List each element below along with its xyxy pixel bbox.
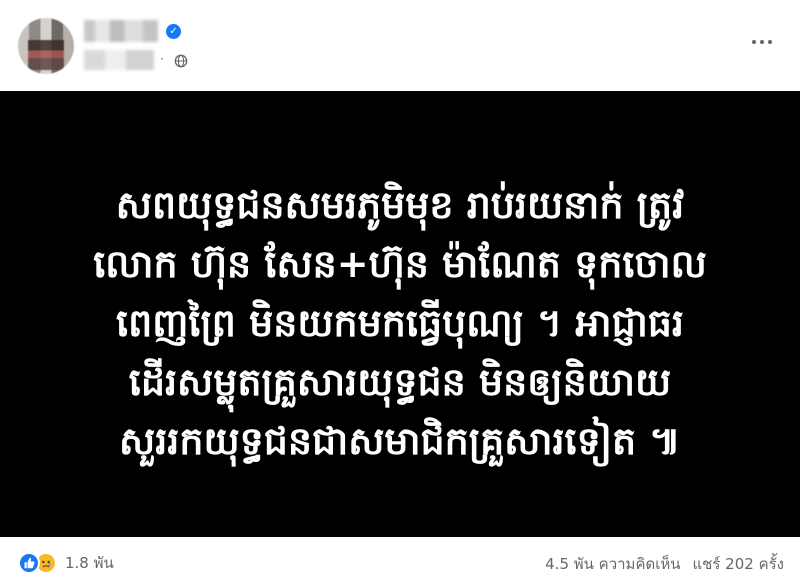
more-options-icon[interactable] [748,32,776,52]
post-text-line: សួររកយុទ្ធជនជាសមាជិកគ្រួសារទៀត ៕ [119,419,681,463]
author-avatar[interactable] [18,18,74,74]
globe-icon[interactable] [174,54,188,68]
comment-count[interactable]: 4.5 พัน ความคิดเห็น [545,552,680,576]
author-name-blurred[interactable] [84,20,158,42]
post-image-text: សពយុទ្ធជនសមរភូមិមុខ រាប់រយនាក់ ត្រូវ លោក… [30,176,770,471]
reactions-summary[interactable]: 1.8 พัน [18,551,114,575]
post-text-line: ពេញព្រៃ មិនយកមកធ្វើបុណ្យ ។ អាជ្ញាធរ [116,301,684,345]
verified-badge-icon: ✓ [166,24,181,39]
post-stats: 4.5 พัน ความคิดเห็น แชร์ 202 ครั้ง [545,552,784,576]
like-reaction-icon [18,552,40,574]
post-text-line: ដើរសម្លុតគ្រួសារយុទ្ធជន មិនឲ្យនិយាយ [128,360,672,404]
post-timestamp-blurred[interactable] [84,50,154,70]
post-text-line: លោក ហ៊ុន សែន+ហ៊ុន ម៉ាណែត ទុកចោល [93,242,707,286]
post-footer: 1.8 พัน 4.5 พัน ความคิดเห็น แชร์ 202 ครั… [0,537,800,584]
meta-separator: · [160,52,164,66]
share-count[interactable]: แชร์ 202 ครั้ง [693,552,785,576]
reaction-count[interactable]: 1.8 พัน [65,551,114,575]
post-text-line: សពយុទ្ធជនសមរភូមិមុខ រាប់រយនាក់ ត្រូវ [115,183,685,227]
post-header: ✓ · [0,0,800,90]
post-image[interactable]: សពយុទ្ធជនសមរភូមិមុខ រាប់រយនាក់ ត្រូវ លោក… [0,91,800,537]
post-card: ✓ · សពយុទ្ធជនសមរភូមិមុខ រាប់រយនាក់ ត្រូវ… [0,0,800,584]
